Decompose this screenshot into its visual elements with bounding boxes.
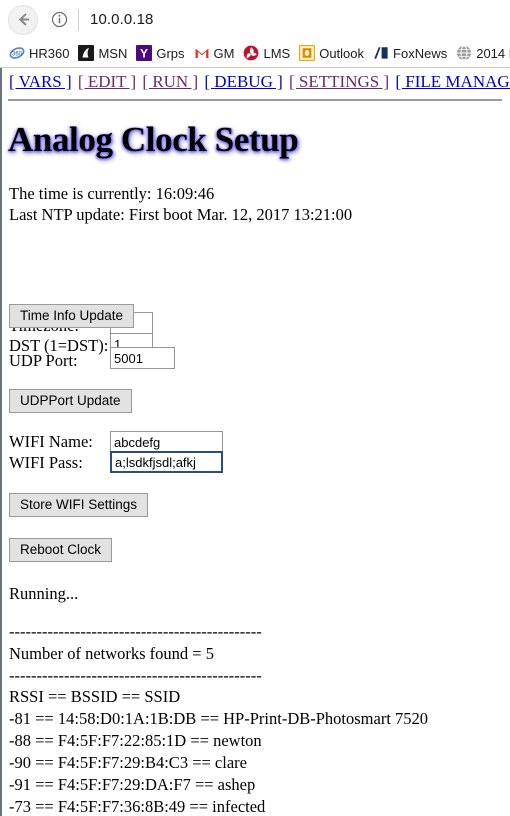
last-ntp-update-text: Last NTP update: First boot Mar. 12, 201… [9,205,353,224]
network-row: -81 == 14:58:D0:1A:1B:DB == HP-Print-DB-… [9,709,429,728]
msn-favicon [78,45,95,61]
wifi-pass-input[interactable] [110,451,223,473]
network-row: -73 == F4:5F:F7:36:8B:49 == infected [9,797,266,816]
current-time-text: The time is currently: 16:09:46 [9,184,215,203]
nav-link-run[interactable]: [ RUN ] [142,72,198,91]
bookmark-label: LMS [263,45,291,61]
bookmark-label: MSN [98,45,128,61]
status-text: Running... [9,584,79,603]
nav-link-settings[interactable]: [ SETTINGS ] [289,72,389,91]
udp-port-update-button[interactable]: UDPPort Update [9,389,132,413]
store-wifi-settings-button[interactable]: Store WIFI Settings [9,493,149,517]
network-count-text: Number of networks found = 5 [9,644,214,663]
page-title: Analog Clock Setup [8,120,299,159]
viewport-left-edge [0,68,2,816]
outlook-favicon [299,45,316,61]
nav-links: [ VARS ] [ EDIT ] [ RUN ] [ DEBUG ] [ SE… [9,72,510,92]
bookmarks-bar: 360 HR360 MSN Y Grps GM LMS Outlook FoxN… [0,39,510,67]
page-content: [ VARS ] [ EDIT ] [ RUN ] [ DEBUG ] [ SE… [0,68,510,816]
bookmark-label: Grps [156,45,185,61]
back-arrow-icon [18,13,29,26]
divider-line-bottom: ----------------------------------------… [9,666,262,685]
bookmark-outlook[interactable]: Outlook [299,45,364,61]
bookmark-grps[interactable]: Y Grps [136,45,185,61]
url-divider [78,8,79,31]
browser-chrome: 10.0.0.18 360 HR360 MSN Y Grps GM LMS Ou… [0,0,510,68]
network-row: -88 == F4:5F:F7:22:85:1D == newton [9,731,262,750]
browser-toolbar: 10.0.0.18 [0,0,510,39]
nav-link-edit[interactable]: [ EDIT ] [78,72,136,91]
bookmark-label: 2014 F-150 [476,45,510,61]
svg-text:360: 360 [12,51,23,57]
yahoo-groups-favicon: Y [136,45,153,61]
wifi-name-input[interactable] [110,431,223,453]
bookmark-label: FoxNews [393,45,448,61]
globe-favicon [457,45,472,61]
bookmark-gm[interactable]: GM [193,45,235,61]
wifi-name-label: WIFI Name: [9,432,93,451]
network-row: -90 == F4:5F:F7:29:B4:C3 == clare [9,753,247,772]
nav-link-vars[interactable]: [ VARS ] [9,72,72,91]
network-row: -91 == F4:5F:F7:29:DA:F7 == ashep [9,775,256,794]
network-table-header: RSSI == BSSID == SSID [9,687,181,706]
lms-favicon [244,45,259,61]
hr360-favicon: 360 [9,45,25,61]
site-info-icon[interactable] [50,11,68,29]
foxnews-favicon [373,45,390,61]
svg-text:Y: Y [140,47,148,61]
reboot-clock-button[interactable]: Reboot Clock [9,538,113,562]
nav-divider [8,99,502,101]
back-button[interactable] [8,4,38,35]
bookmark-foxnews[interactable]: FoxNews [373,45,447,61]
time-info-update-button[interactable]: Time Info Update [9,304,135,328]
bookmark-hr360[interactable]: 360 HR360 [9,45,69,61]
url-bar[interactable]: 10.0.0.18 [90,11,153,28]
gmail-favicon [193,45,210,61]
bookmark-lms[interactable]: LMS [243,45,290,61]
bookmark-label: GM [213,45,235,61]
wifi-pass-label: WIFI Pass: [9,453,83,472]
nav-link-debug[interactable]: [ DEBUG ] [204,72,282,91]
bookmark-label: HR360 [29,45,70,61]
udp-port-input[interactable] [110,347,175,369]
divider-line-top: ----------------------------------------… [9,622,262,641]
udp-port-label: UDP Port: [9,351,78,370]
bookmark-msn[interactable]: MSN [78,45,127,61]
bookmark-label: Outlook [319,45,365,61]
nav-link-file-manager[interactable]: [ FILE MANAGER ] [395,72,510,91]
bookmark-2014-f150[interactable]: 2014 F-150 [456,45,510,61]
